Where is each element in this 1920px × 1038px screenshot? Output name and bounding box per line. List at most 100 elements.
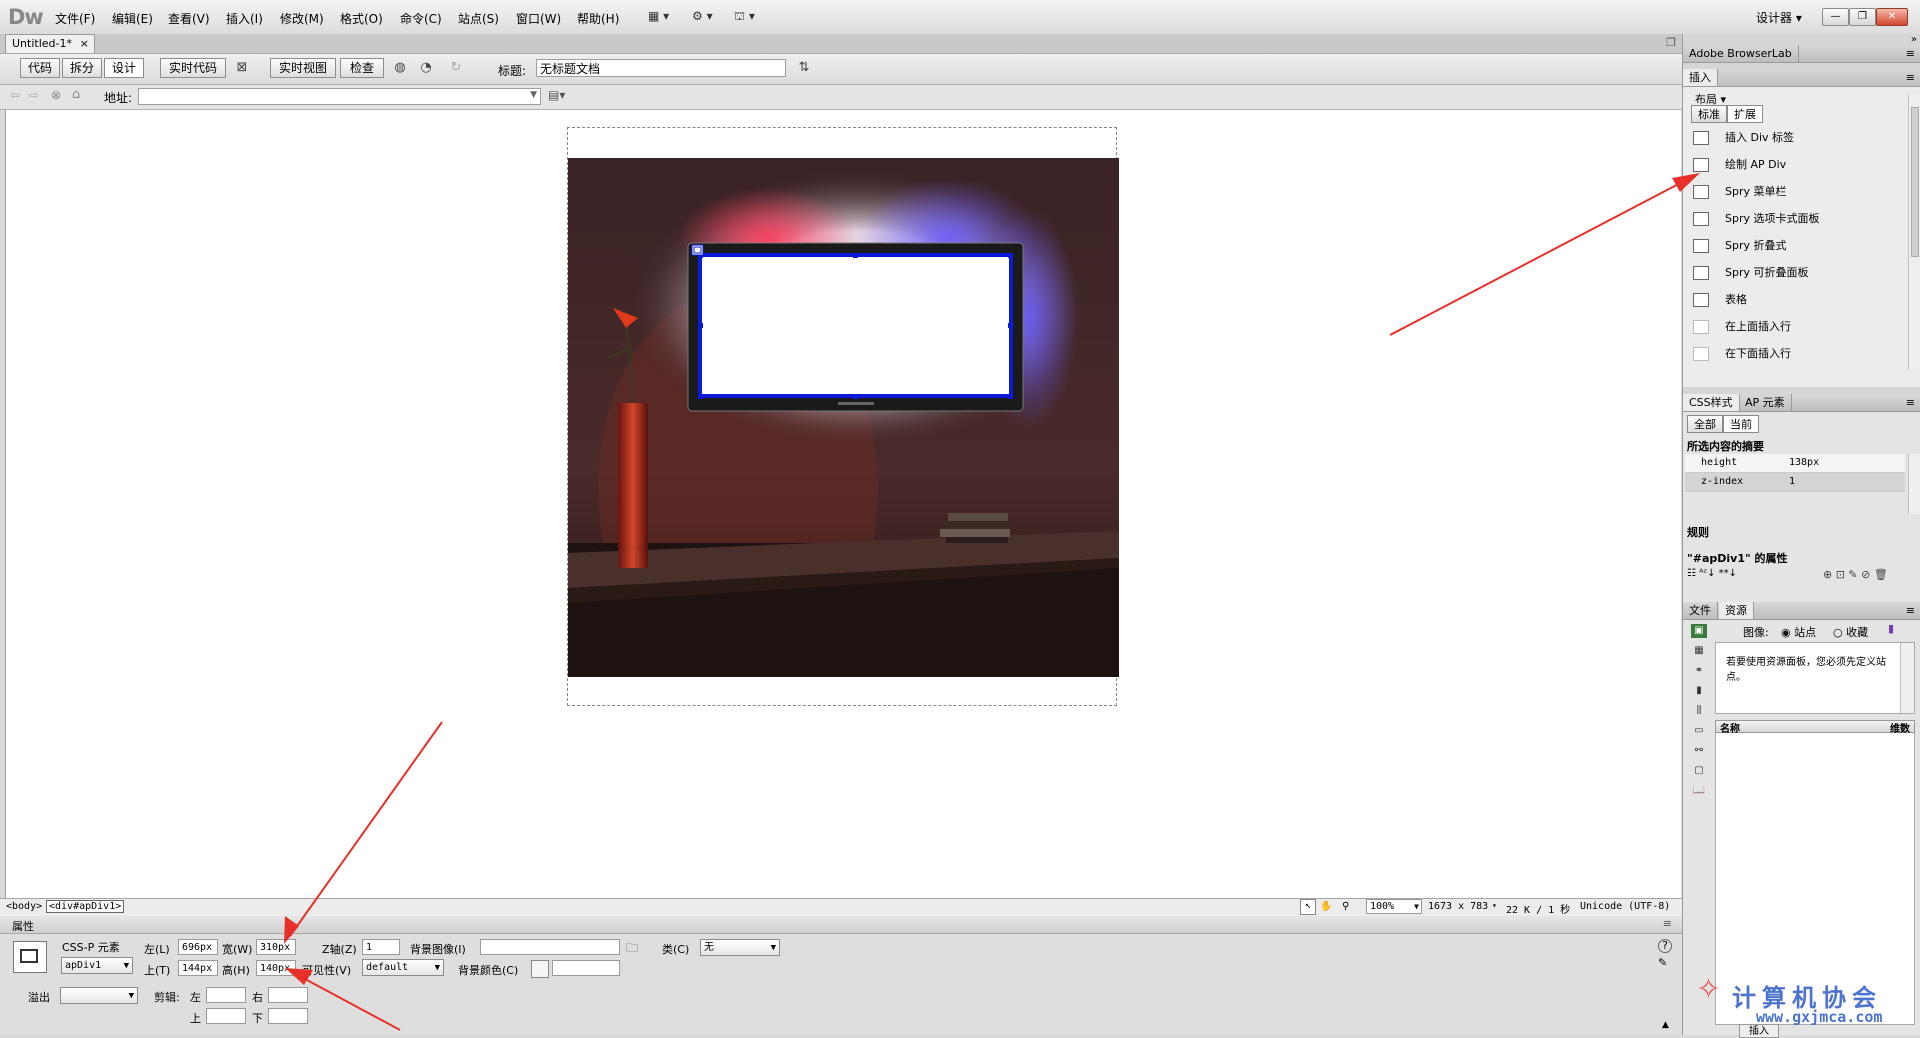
- ap-elements-tab[interactable]: AP 元素: [1739, 394, 1792, 411]
- menu-insert[interactable]: 插入(I): [226, 10, 263, 27]
- title-input[interactable]: [536, 59, 786, 77]
- globe-icon[interactable]: ◍: [390, 59, 410, 77]
- live-code-button[interactable]: 实时代码: [160, 58, 226, 78]
- browserlab-panel-header[interactable]: Adobe BrowserLab ≡: [1683, 45, 1920, 63]
- layout-dropdown-icon[interactable]: ▦ ▾: [648, 9, 669, 23]
- help-icon[interactable]: ?: [1658, 939, 1672, 953]
- tag-selector-body[interactable]: <body>: [6, 901, 42, 912]
- restore-doc-icon[interactable]: ❐: [1666, 36, 1676, 49]
- insert-menu-icon[interactable]: ≡: [1906, 69, 1915, 86]
- inspect-button[interactable]: 检查: [340, 58, 384, 78]
- insert-item-draw-ap-div[interactable]: 绘制 AP Div: [1693, 155, 1786, 175]
- code-view-button[interactable]: 代码: [20, 58, 60, 78]
- bg-image-input[interactable]: [480, 939, 620, 955]
- pointer-tool-icon[interactable]: ↖: [1300, 899, 1316, 915]
- clip-top-input[interactable]: [206, 1008, 246, 1024]
- asset-movies-icon[interactable]: ▭: [1691, 724, 1707, 738]
- insert-subtab-standard[interactable]: 标准: [1691, 105, 1727, 123]
- menu-help[interactable]: 帮助(H): [577, 10, 619, 27]
- visibility-select[interactable]: default ▼: [362, 959, 444, 976]
- back-icon[interactable]: ⇦: [10, 88, 20, 102]
- asset-images-icon[interactable]: ▣: [1691, 624, 1707, 638]
- insert-panel-header[interactable]: 插入 ≡: [1683, 69, 1920, 87]
- css-styles-tab[interactable]: CSS样式: [1683, 394, 1740, 411]
- zoom-select[interactable]: 100% ▼: [1366, 899, 1422, 914]
- visual-aids-icon[interactable]: ◔: [416, 59, 436, 77]
- insert-item-row-below[interactable]: 在下面插入行: [1693, 344, 1791, 364]
- room-tv-image[interactable]: [568, 158, 1119, 677]
- browse-folder-icon[interactable]: 🗀: [626, 939, 638, 960]
- document-tab[interactable]: Untitled-1* ×: [5, 34, 95, 53]
- quick-tag-editor-icon[interactable]: ✎: [1658, 956, 1667, 969]
- home-icon[interactable]: ⌂: [72, 87, 80, 102]
- menu-file[interactable]: 文件(F): [55, 10, 95, 27]
- menu-modify[interactable]: 修改(M): [280, 10, 324, 27]
- insert-item-spry-accordion[interactable]: Spry 折叠式: [1693, 236, 1787, 256]
- preview-scrollbar[interactable]: [1900, 643, 1914, 713]
- asset-colors-icon[interactable]: ▦: [1691, 644, 1707, 658]
- insert-subtab-extended[interactable]: 扩展: [1727, 105, 1763, 123]
- css-actions-icons[interactable]: ⊕ ⊡ ✎ ⊘ 🗑: [1823, 568, 1888, 581]
- bg-color-input[interactable]: [552, 960, 620, 976]
- asset-urls-icon[interactable]: ⚭: [1691, 664, 1707, 678]
- menu-view[interactable]: 查看(V): [168, 10, 210, 27]
- files-menu-icon[interactable]: ≡: [1906, 602, 1915, 619]
- css-prop-row[interactable]: height 138px: [1685, 454, 1905, 473]
- file-management-icon[interactable]: ⇅: [794, 59, 814, 77]
- asset-scripts-icon[interactable]: ⚯: [1691, 744, 1707, 758]
- left-input[interactable]: [178, 939, 218, 955]
- live-view-button[interactable]: 实时视图: [270, 58, 336, 78]
- menu-site[interactable]: 站点(S): [458, 10, 499, 27]
- split-view-button[interactable]: 拆分: [62, 58, 102, 78]
- files-tab[interactable]: 文件: [1683, 602, 1718, 619]
- menu-window[interactable]: 窗口(W): [516, 10, 561, 27]
- insert-item-spry-collapsible[interactable]: Spry 可折叠面板: [1693, 263, 1809, 283]
- css-scrollbar[interactable]: [1908, 454, 1920, 514]
- css-panel-header[interactable]: CSS样式 AP 元素 ≡: [1683, 394, 1920, 412]
- collapse-icon[interactable]: ▲: [1662, 1020, 1669, 1030]
- css-view-toggle-icons[interactable]: ☷ ᴬᶻ↓ **↓: [1687, 568, 1737, 579]
- assets-insert-button[interactable]: 插入: [1739, 1024, 1779, 1038]
- minimize-button[interactable]: —: [1822, 8, 1849, 26]
- forward-icon[interactable]: ⇨: [29, 88, 39, 102]
- browserlab-tab[interactable]: Adobe BrowserLab: [1683, 45, 1799, 62]
- css-all-button[interactable]: 全部: [1687, 415, 1723, 433]
- panel-menu-icon[interactable]: ≡: [1663, 917, 1672, 930]
- site-dropdown-icon[interactable]: ⛫ ▾: [734, 9, 755, 25]
- clip-bottom-input[interactable]: [268, 1008, 308, 1024]
- assets-site-radio[interactable]: ◉ 站点: [1781, 624, 1816, 640]
- z-index-input[interactable]: [362, 939, 400, 955]
- insert-item-row-above[interactable]: 在上面插入行: [1693, 317, 1791, 337]
- insert-tab[interactable]: 插入: [1683, 69, 1718, 86]
- address-input[interactable]: ▼: [138, 88, 541, 105]
- height-input[interactable]: [256, 960, 296, 976]
- refresh-icon[interactable]: ↻: [446, 59, 466, 77]
- menu-commands[interactable]: 命令(C): [400, 10, 442, 27]
- overflow-select[interactable]: ▼: [60, 987, 138, 1004]
- assets-tab[interactable]: 资源: [1719, 602, 1754, 619]
- insert-item-div-tag[interactable]: 插入 Div 标签: [1693, 128, 1794, 148]
- extend-dropdown-icon[interactable]: ⚙ ▾: [692, 9, 713, 23]
- insert-item-spry-tabbed[interactable]: Spry 选项卡式面板: [1693, 209, 1820, 229]
- asset-shockwave-icon[interactable]: ⫼: [1691, 704, 1707, 718]
- insert-item-table[interactable]: 表格: [1693, 290, 1747, 310]
- check-icon[interactable]: ⊠: [232, 59, 252, 77]
- hand-tool-icon[interactable]: ✋: [1320, 901, 1332, 912]
- bg-color-swatch[interactable]: [531, 960, 549, 978]
- css-prop-row[interactable]: z-index 1: [1685, 473, 1905, 492]
- menu-format[interactable]: 格式(O): [340, 10, 383, 27]
- asset-library-icon[interactable]: 📖: [1691, 784, 1707, 798]
- restore-button[interactable]: ❐: [1849, 8, 1876, 26]
- assets-list[interactable]: [1715, 733, 1915, 1025]
- clip-left-input[interactable]: [206, 987, 246, 1003]
- css-current-button[interactable]: 当前: [1723, 415, 1759, 433]
- expand-panels-icon[interactable]: »: [1911, 34, 1917, 45]
- close-tab-icon[interactable]: ×: [80, 35, 89, 53]
- zoom-tool-icon[interactable]: ⚲: [1342, 901, 1349, 912]
- stop-icon[interactable]: ⊗: [51, 88, 61, 102]
- top-input[interactable]: [178, 960, 218, 976]
- files-panel-header[interactable]: 文件 资源 ≡: [1683, 602, 1920, 620]
- id-select[interactable]: apDiv1 ▼: [61, 957, 133, 974]
- asset-flash-icon[interactable]: ▮: [1691, 684, 1707, 698]
- css-menu-icon[interactable]: ≡: [1906, 394, 1915, 411]
